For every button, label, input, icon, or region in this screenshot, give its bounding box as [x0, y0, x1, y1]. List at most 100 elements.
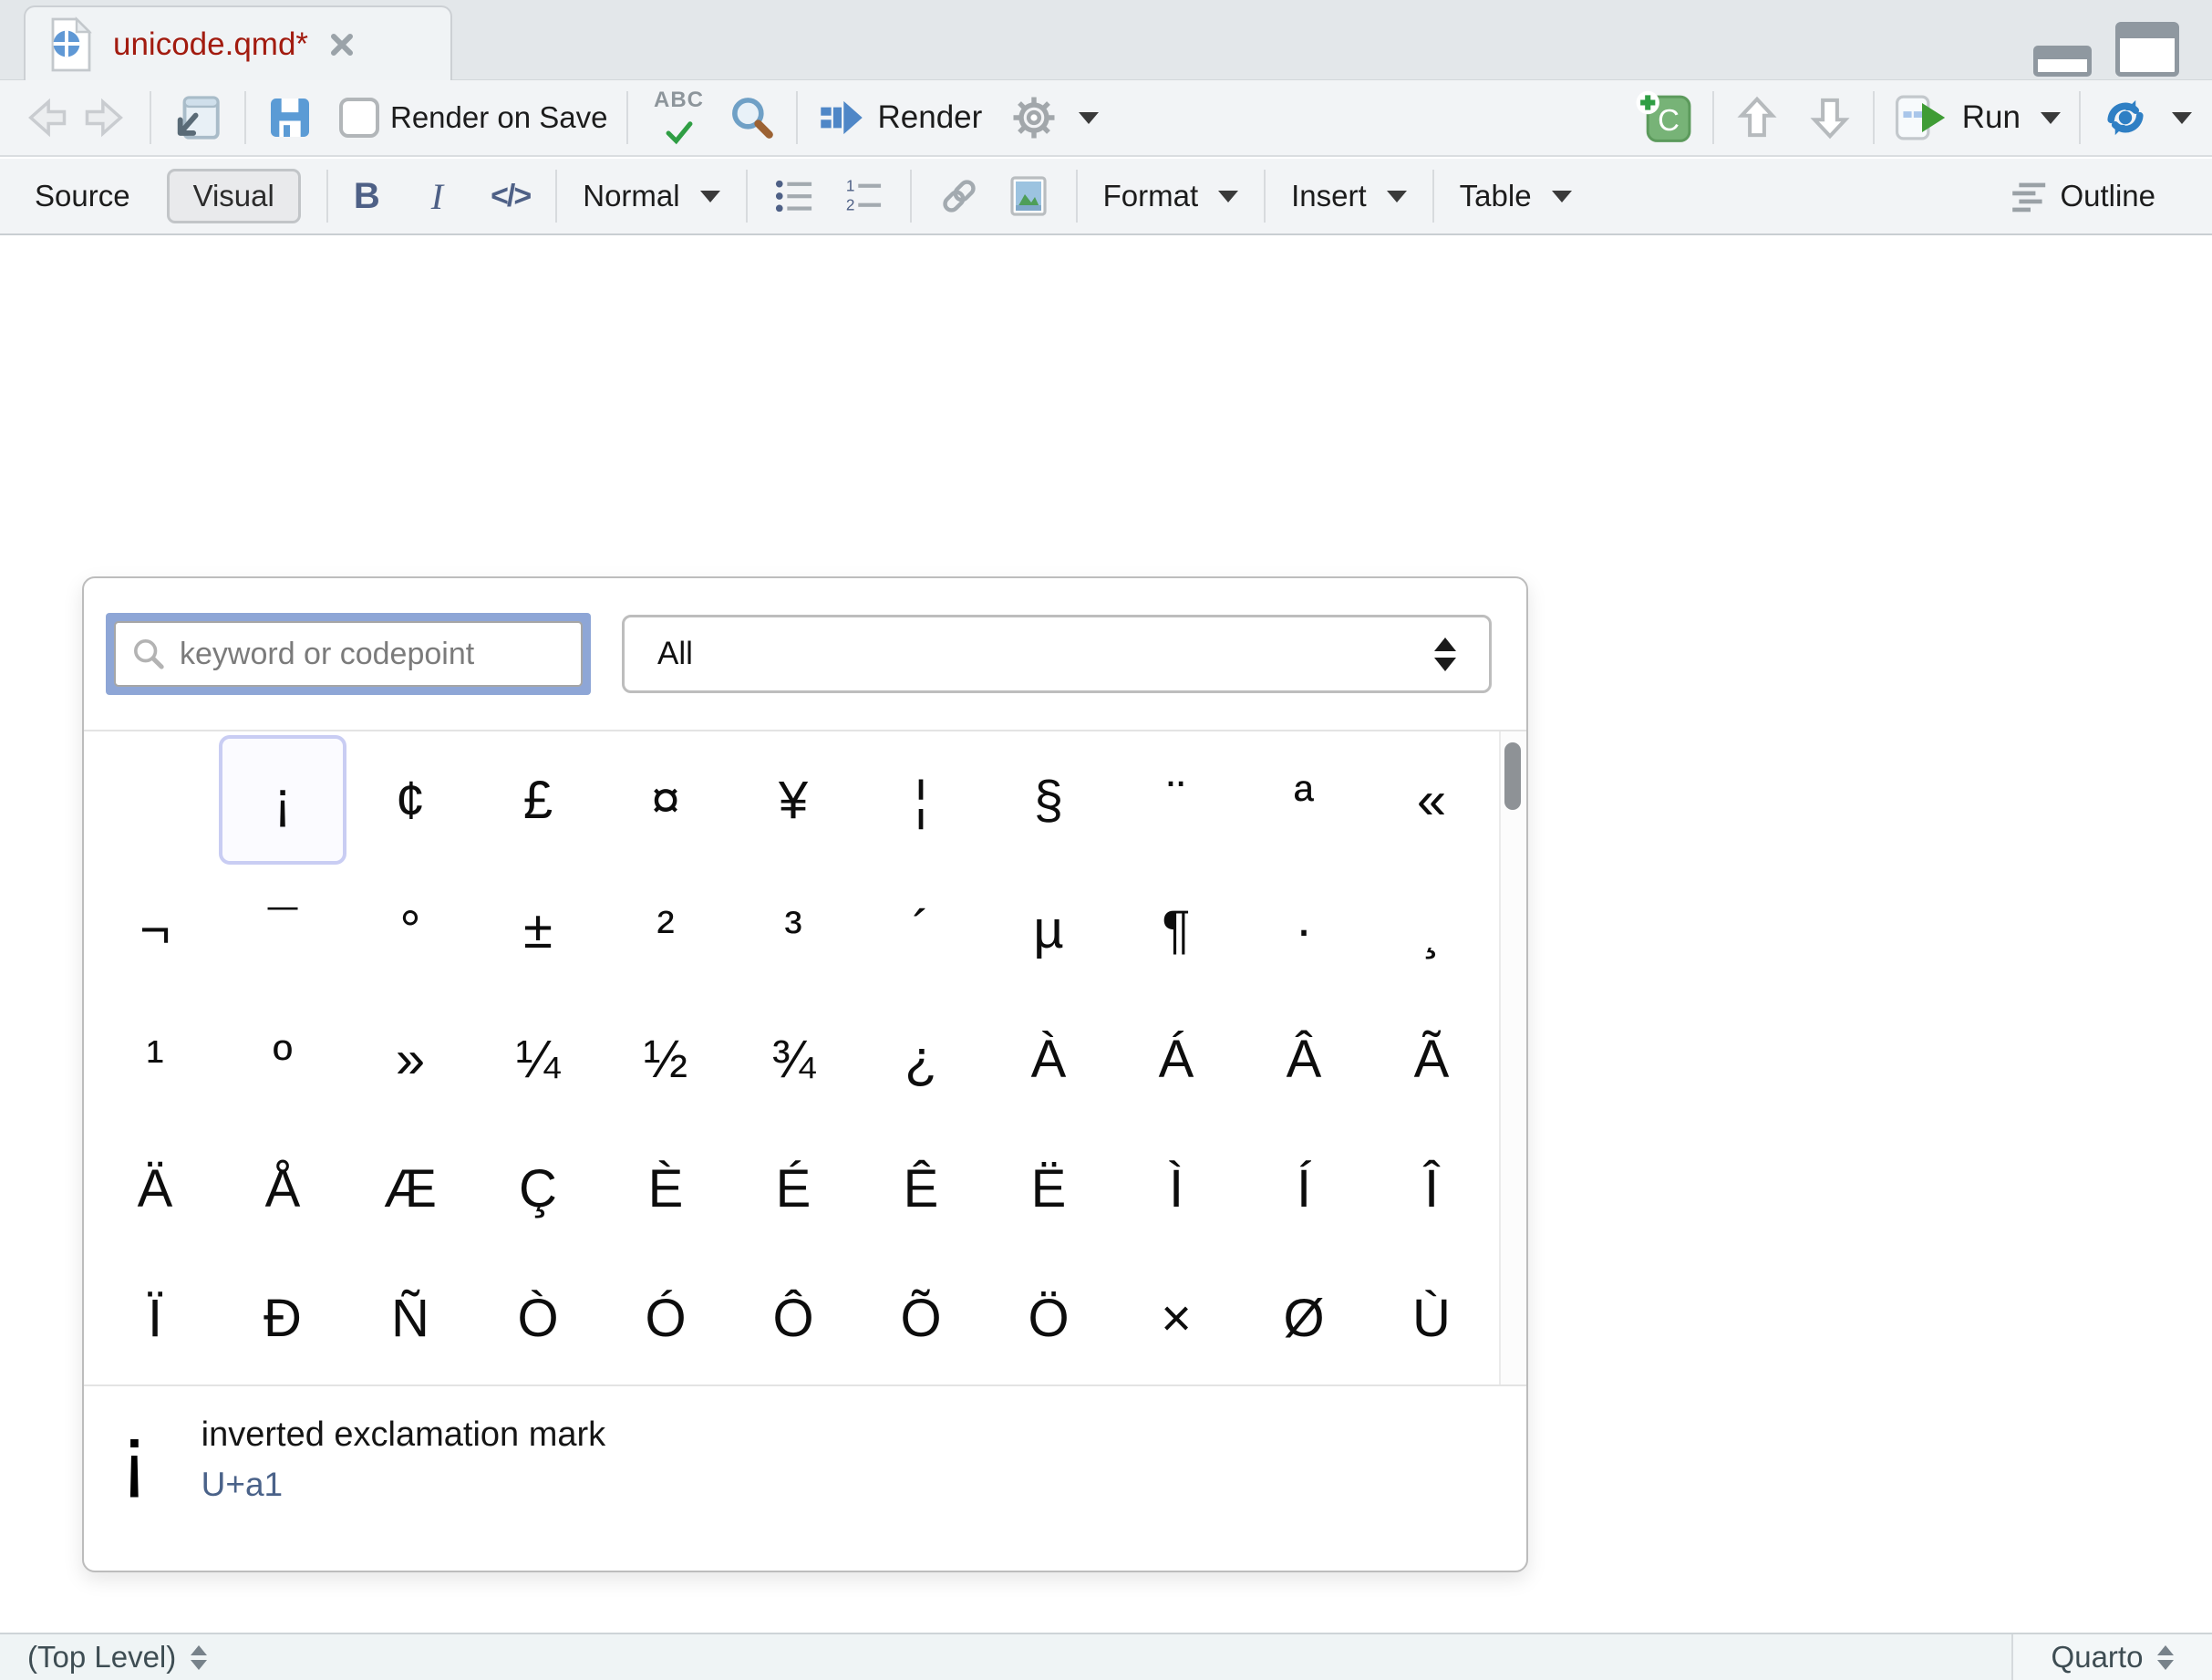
- minimize-pane-icon[interactable]: [2033, 46, 2092, 77]
- italic-button[interactable]: I: [431, 175, 443, 218]
- mode-arrows-icon: [2157, 1645, 2174, 1670]
- render-on-save-checkbox[interactable]: Render on Save: [339, 98, 608, 138]
- char-cell[interactable]: ¾: [729, 994, 857, 1124]
- char-cell[interactable]: È: [602, 1124, 729, 1253]
- open-in-new-window-icon[interactable]: [170, 91, 226, 144]
- forward-icon[interactable]: [78, 94, 131, 141]
- char-cell[interactable]: Â: [1240, 994, 1368, 1124]
- char-cell[interactable]: ¯: [219, 865, 346, 994]
- language-mode-selector[interactable]: Quarto: [2011, 1634, 2212, 1680]
- char-cell[interactable]: Ä: [91, 1124, 219, 1253]
- char-cell[interactable]: Ñ: [346, 1253, 474, 1383]
- insert-menu[interactable]: Insert: [1291, 179, 1407, 213]
- char-cell[interactable]: [91, 735, 219, 865]
- save-icon[interactable]: [264, 92, 315, 143]
- char-cell[interactable]: ¬: [91, 865, 219, 994]
- char-cell[interactable]: ¶: [1112, 865, 1240, 994]
- char-cell[interactable]: ´: [857, 865, 985, 994]
- char-cell[interactable]: À: [985, 994, 1112, 1124]
- numbered-list-icon[interactable]: 1 2: [842, 177, 884, 215]
- char-cell[interactable]: Å: [219, 1124, 346, 1253]
- char-cell[interactable]: ¨: [1112, 735, 1240, 865]
- back-icon[interactable]: [20, 94, 73, 141]
- char-cell[interactable]: Î: [1368, 1124, 1495, 1253]
- char-cell[interactable]: ¢: [346, 735, 474, 865]
- grid-scrollbar-thumb[interactable]: [1504, 742, 1521, 810]
- char-cell[interactable]: ¿: [857, 994, 985, 1124]
- char-cell[interactable]: ×: [1112, 1253, 1240, 1383]
- image-icon[interactable]: [1007, 174, 1050, 218]
- paragraph-style-dropdown[interactable]: Normal: [583, 179, 719, 213]
- char-cell[interactable]: ¸: [1368, 865, 1495, 994]
- scope-arrows-icon: [191, 1645, 207, 1670]
- char-cell[interactable]: Ö: [985, 1253, 1112, 1383]
- char-cell[interactable]: É: [729, 1124, 857, 1253]
- char-cell[interactable]: ²: [602, 865, 729, 994]
- char-cell[interactable]: ¼: [474, 994, 602, 1124]
- scope-selector[interactable]: (Top Level): [0, 1640, 207, 1675]
- tab-unicode-qmd[interactable]: unicode.qmd*: [24, 5, 452, 81]
- char-cell[interactable]: §: [985, 735, 1112, 865]
- checkbox[interactable]: [339, 98, 379, 138]
- up-arrow-icon[interactable]: [1732, 91, 1782, 144]
- char-cell[interactable]: ª: [1240, 735, 1368, 865]
- char-cell[interactable]: Ó: [602, 1253, 729, 1383]
- char-cell[interactable]: ¡: [219, 735, 346, 865]
- char-cell[interactable]: Á: [1112, 994, 1240, 1124]
- editor-surface[interactable]: keyword or codepoint All ¡¢£¤¥¦§¨ª«¬¯°±²…: [0, 237, 2212, 1631]
- char-cell[interactable]: Ê: [857, 1124, 985, 1253]
- rerun-icon[interactable]: [2099, 93, 2192, 142]
- char-cell[interactable]: Ë: [985, 1124, 1112, 1253]
- char-cell[interactable]: Ò: [474, 1253, 602, 1383]
- char-cell[interactable]: Ì: [1112, 1124, 1240, 1253]
- char-cell[interactable]: Ô: [729, 1253, 857, 1383]
- table-menu[interactable]: Table: [1460, 179, 1572, 213]
- char-cell[interactable]: ¦: [857, 735, 985, 865]
- grid-scrollbar[interactable]: [1499, 731, 1526, 1384]
- visual-mode-button[interactable]: Visual: [167, 169, 301, 223]
- char-cell[interactable]: Ã: [1368, 994, 1495, 1124]
- char-cell[interactable]: ³: [729, 865, 857, 994]
- bold-button[interactable]: B: [354, 176, 380, 217]
- char-cell[interactable]: Í: [1240, 1124, 1368, 1253]
- char-cell[interactable]: Ï: [91, 1253, 219, 1383]
- find-replace-icon[interactable]: [727, 92, 778, 143]
- char-cell[interactable]: Ð: [219, 1253, 346, 1383]
- char-cell[interactable]: »: [346, 994, 474, 1124]
- char-cell[interactable]: °: [346, 865, 474, 994]
- outline-toggle[interactable]: Outline: [2012, 179, 2155, 213]
- char-cell[interactable]: «: [1368, 735, 1495, 865]
- spellcheck-icon[interactable]: ABC: [646, 90, 712, 145]
- source-mode-button[interactable]: Source: [20, 179, 145, 213]
- insert-chunk-icon[interactable]: C: [1634, 89, 1694, 146]
- format-menu[interactable]: Format: [1103, 179, 1239, 213]
- char-cell[interactable]: ±: [474, 865, 602, 994]
- char-cell[interactable]: ·: [1240, 865, 1368, 994]
- char-cell[interactable]: º: [219, 994, 346, 1124]
- char-cell[interactable]: £: [474, 735, 602, 865]
- char-cell[interactable]: µ: [985, 865, 1112, 994]
- svg-text:C: C: [1658, 103, 1680, 137]
- char-cell[interactable]: Ø: [1240, 1253, 1368, 1383]
- tab-close-icon[interactable]: [328, 31, 356, 58]
- char-row: ¡¢£¤¥¦§¨ª«: [91, 735, 1495, 865]
- category-select[interactable]: All: [622, 615, 1492, 693]
- search-icon: [130, 636, 167, 672]
- render-options-gear-icon[interactable]: [1009, 93, 1099, 142]
- run-button[interactable]: Run: [1893, 92, 2061, 143]
- char-cell[interactable]: ¤: [602, 735, 729, 865]
- char-cell[interactable]: Æ: [346, 1124, 474, 1253]
- render-button[interactable]: Render: [816, 95, 983, 140]
- down-arrow-icon[interactable]: [1805, 91, 1855, 144]
- bullet-list-icon[interactable]: [773, 177, 815, 215]
- char-cell[interactable]: ¥: [729, 735, 857, 865]
- maximize-pane-icon[interactable]: [2115, 22, 2179, 77]
- search-input[interactable]: keyword or codepoint: [106, 613, 591, 695]
- char-cell[interactable]: Ç: [474, 1124, 602, 1253]
- char-cell[interactable]: Ù: [1368, 1253, 1495, 1383]
- code-button[interactable]: </>: [491, 179, 530, 214]
- char-cell[interactable]: Õ: [857, 1253, 985, 1383]
- link-icon[interactable]: [937, 174, 981, 218]
- char-cell[interactable]: ¹: [91, 994, 219, 1124]
- char-cell[interactable]: ½: [602, 994, 729, 1124]
